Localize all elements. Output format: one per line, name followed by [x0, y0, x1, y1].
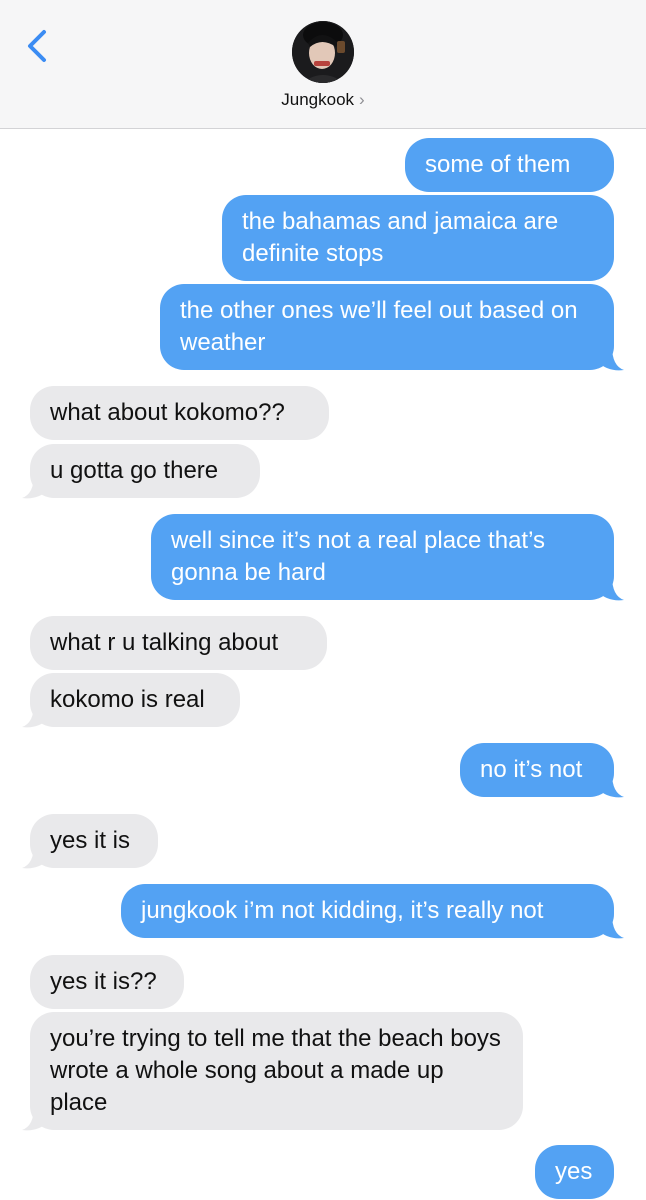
bubble-tail — [598, 914, 624, 939]
bubble-tail — [22, 474, 48, 499]
message-bubble-received[interactable]: you’re trying to tell me that the beach … — [30, 1012, 523, 1130]
bubble-tail — [22, 1106, 48, 1131]
bubble-tail — [598, 773, 624, 798]
conversation-header: Jungkook › — [0, 0, 646, 129]
back-button[interactable] — [22, 28, 56, 68]
contact-name: Jungkook — [281, 90, 355, 109]
message-bubble-sent[interactable]: jungkook i’m not kidding, it’s really no… — [121, 884, 614, 938]
bubble-tail — [598, 346, 624, 371]
message-bubble-received[interactable]: what r u talking about — [30, 616, 327, 670]
message-bubble-received[interactable]: u gotta go there — [30, 444, 260, 498]
message-bubble-sent[interactable]: well since it’s not a real place that’s … — [151, 514, 614, 600]
message-bubble-received[interactable]: what about kokomo?? — [30, 386, 329, 440]
message-bubble-sent[interactable]: no it’s not — [460, 743, 614, 797]
message-bubble-received[interactable]: yes it is?? — [30, 955, 184, 1009]
message-bubble-received[interactable]: kokomo is real — [30, 673, 240, 727]
bubble-tail — [22, 844, 48, 869]
contact-name-button[interactable]: Jungkook › — [0, 90, 646, 110]
message-bubble-sent[interactable]: yes — [535, 1145, 614, 1199]
message-thread[interactable]: some of them the bahamas and jamaica are… — [0, 129, 646, 1200]
avatar[interactable] — [292, 21, 354, 83]
bubble-tail — [22, 703, 48, 728]
contact-photo — [292, 21, 354, 83]
message-bubble-sent[interactable]: the bahamas and jamaica are definite sto… — [222, 195, 614, 281]
chevron-left-icon — [28, 30, 46, 62]
chevron-right-icon: › — [359, 90, 365, 109]
bubble-tail — [598, 576, 624, 601]
message-bubble-sent[interactable]: some of them — [405, 138, 614, 192]
message-bubble-sent[interactable]: the other ones we’ll feel out based on w… — [160, 284, 614, 370]
message-bubble-received[interactable]: yes it is — [30, 814, 158, 868]
